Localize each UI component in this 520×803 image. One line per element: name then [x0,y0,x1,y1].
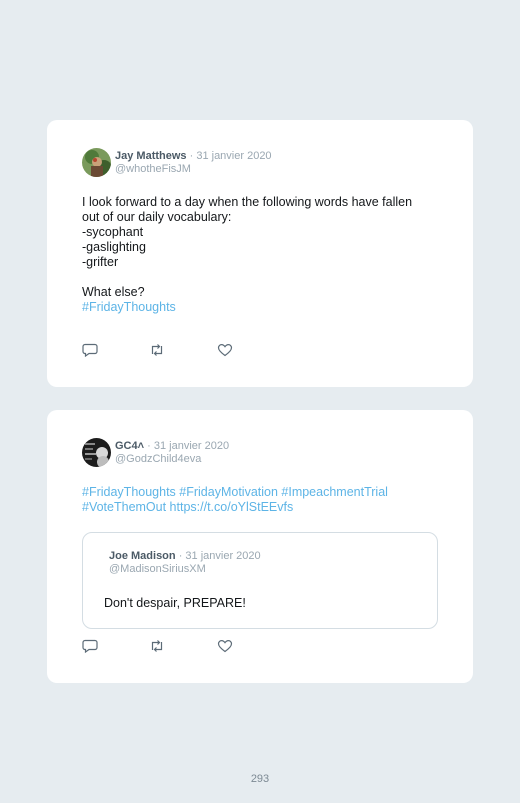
quoted-author-name: Joe Madison [109,550,176,562]
quoted-tweet-text: Don't despair, PREPARE! [104,596,246,610]
author-handle[interactable]: @whotheFisJM [115,163,272,176]
author-handle[interactable]: @GodzChild4eva [115,453,229,466]
avatar[interactable] [82,438,111,467]
tweet-date[interactable]: 31 janvier 2020 [196,150,271,162]
tweet-text: I look forward to a day when the followi… [82,195,442,315]
tweet-links[interactable]: #FridayThoughts #FridayMotivation #Impea… [82,485,462,515]
reply-icon[interactable] [82,343,98,357]
tweet-header: Jay Matthews · 31 janvier 2020 @whotheFi… [115,150,272,176]
retweet-icon[interactable] [149,343,165,357]
quoted-tweet[interactable]: Joe Madison · 31 janvier 2020 @MadisonSi… [82,532,438,629]
like-icon[interactable] [217,639,233,653]
quoted-tweet-header: Joe Madison · 31 janvier 2020 @MadisonSi… [109,550,261,576]
like-icon[interactable] [217,343,233,357]
retweet-icon[interactable] [149,639,165,653]
avatar[interactable] [82,148,111,177]
tweet-header: GC4˄ · 31 janvier 2020 @GodzChild4eva [115,440,229,466]
author-name[interactable]: Jay Matthews [115,150,187,162]
quoted-author-handle: @MadisonSiriusXM [109,563,206,575]
tweet-card: GC4˄ · 31 janvier 2020 @GodzChild4eva #F… [47,410,473,683]
quoted-tweet-date: 31 janvier 2020 [185,550,261,562]
author-name[interactable]: GC4˄ [115,440,144,452]
reply-icon[interactable] [82,639,98,653]
page-number: 293 [250,773,270,785]
tweet-body: I look forward to a day when the followi… [82,195,413,299]
tweet-date[interactable]: 31 janvier 2020 [154,440,229,452]
hashtag-link[interactable]: #FridayThoughts [82,300,176,314]
tweet-card: Jay Matthews · 31 janvier 2020 @whotheFi… [47,120,473,387]
separator: · [178,550,183,562]
separator: · [189,150,194,162]
separator: · [147,440,151,452]
